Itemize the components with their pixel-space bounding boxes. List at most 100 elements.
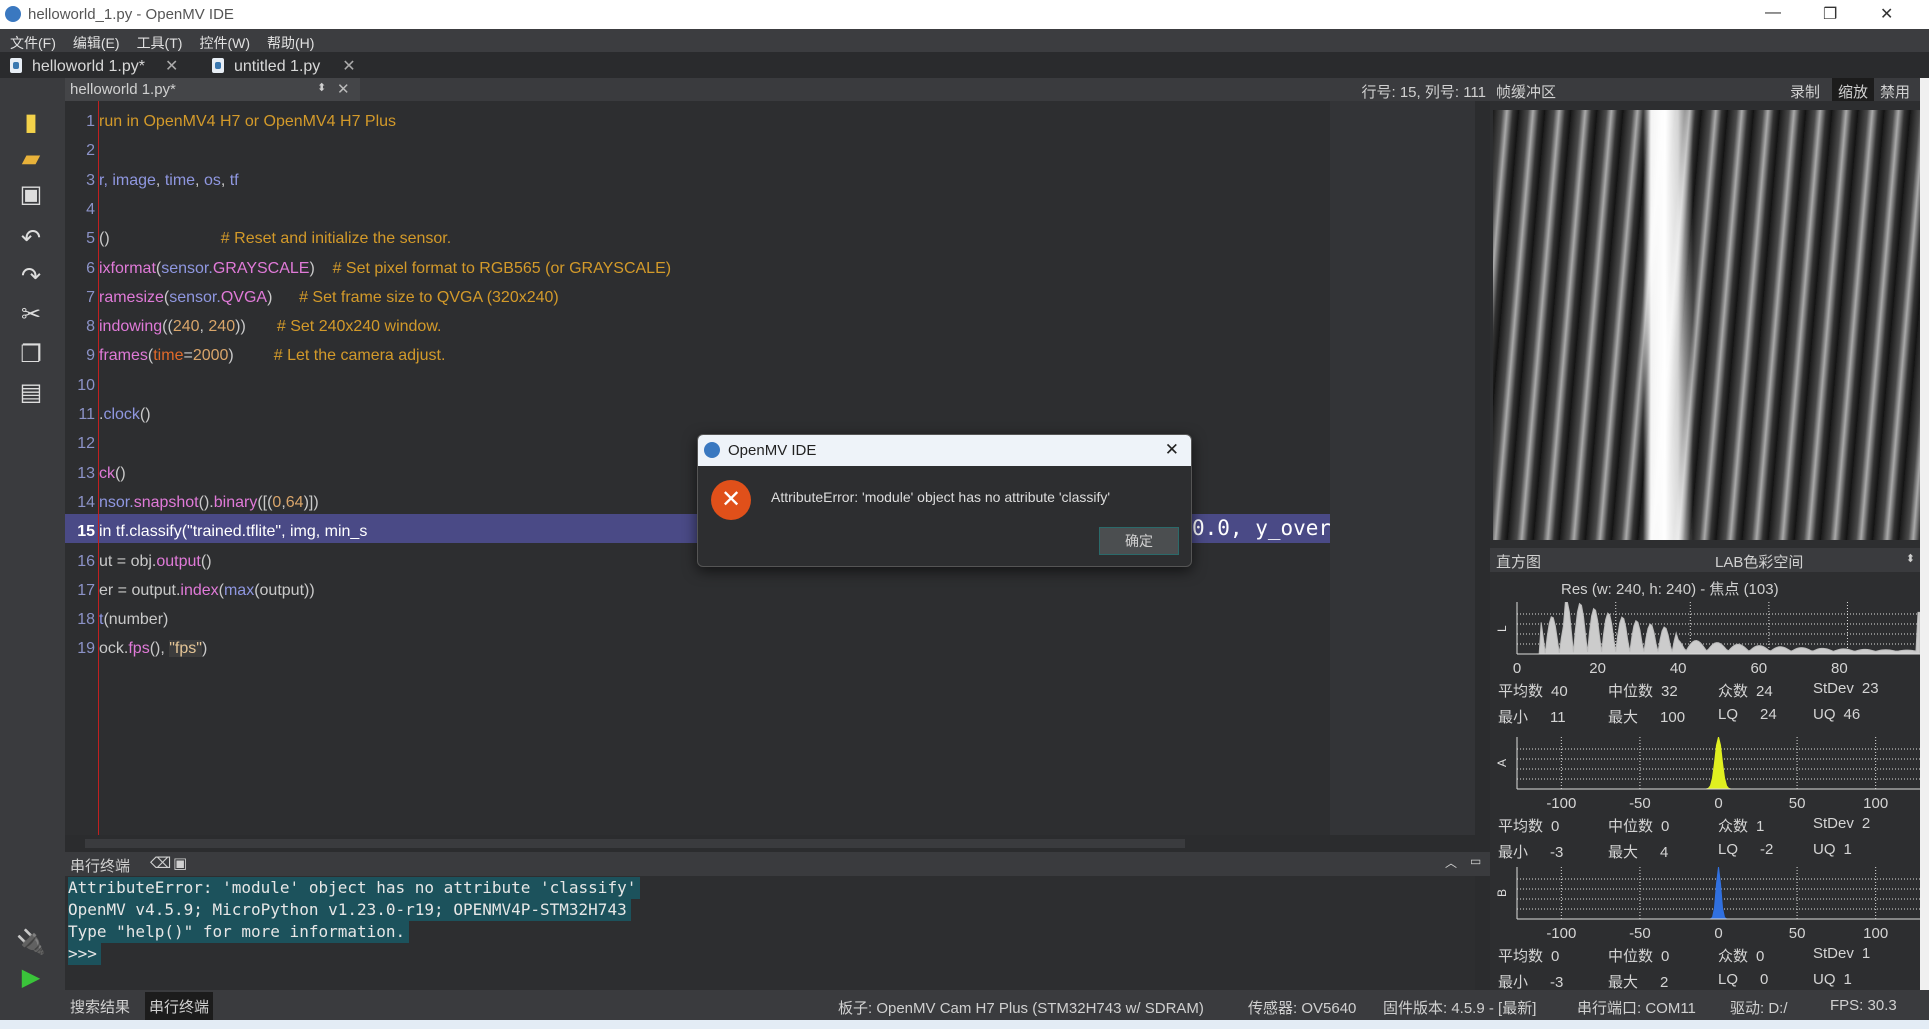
code-token: sensor.: [169, 288, 221, 306]
line-number: 3: [86, 171, 95, 189]
redo-icon[interactable]: ↷: [16, 262, 46, 292]
editor-horizontal-scrollbar[interactable]: [65, 835, 1490, 852]
ok-button[interactable]: 确定: [1099, 527, 1179, 555]
code-line: 17 er = output.index(max(output)): [65, 576, 1475, 605]
minimize-button[interactable]: —: [1765, 4, 1781, 22]
terminal-scrollbar[interactable]: [1475, 876, 1490, 990]
maximize-panel-icon[interactable]: ︿: [1445, 854, 1457, 871]
tick-label: 50: [1788, 795, 1806, 812]
code-token: er = output.: [99, 581, 181, 599]
run-icon[interactable]: ▶: [16, 963, 46, 993]
code-line: 9 frames(time=2000) # Let the camera adju…: [65, 341, 1475, 370]
updown-icon: ⬍: [317, 82, 327, 94]
code-token: snapshot: [133, 493, 199, 511]
code-token: time: [153, 347, 184, 365]
code-token: 64: [285, 493, 304, 511]
line-number: 12: [77, 435, 95, 453]
code-token: ixformat: [99, 259, 156, 277]
tab-helloworld[interactable]: helloworld 1.py* ✕: [10, 56, 178, 76]
close-file-icon[interactable]: ✕: [337, 80, 350, 98]
new-file-icon[interactable]: ▮: [16, 108, 46, 138]
menu-help[interactable]: 帮助(H): [257, 29, 321, 53]
line-number: 2: [86, 142, 95, 160]
editor-vertical-scrollbar[interactable]: [1475, 101, 1490, 835]
colorspace-select[interactable]: LAB色彩空间 ⬍: [1590, 548, 1915, 572]
maximize-button[interactable]: ❐: [1823, 4, 1837, 24]
code-line: 5() # Reset and initialize the sensor.: [65, 224, 1475, 253]
zoom-button[interactable]: 缩放: [1832, 78, 1875, 101]
app-logo-icon: [5, 6, 21, 22]
code-text: nsor.snapshot().binary([(0,64)]): [99, 488, 319, 517]
dialog-close-button[interactable]: ✕: [1165, 440, 1179, 460]
paste-icon[interactable]: ▤: [16, 378, 46, 408]
close-window-button[interactable]: ✕: [1880, 4, 1893, 24]
code-token: (number): [103, 611, 169, 629]
code-token: ck: [99, 464, 115, 482]
code-line: 2: [65, 136, 1475, 165]
code-token: sensor.: [161, 259, 213, 277]
code-text: t(number): [99, 605, 168, 634]
code-token: (): [99, 230, 110, 248]
left-toolbar: ▮ ▰ ▣ ↶ ↷ ✂ ❐ ▤ 🔌 ▶: [0, 78, 65, 993]
dialog-titlebar: OpenMV IDE ✕: [698, 435, 1191, 466]
tick-label: 80: [1831, 660, 1848, 677]
undo-icon[interactable]: ↶: [16, 224, 46, 254]
cut-icon[interactable]: ✂: [16, 300, 46, 330]
histogram-title: 直方图: [1496, 554, 1542, 571]
tick-label: 40: [1669, 660, 1687, 677]
histogram-A: A: [1495, 737, 1920, 790]
code-token: )): [235, 318, 246, 336]
dialog-title: OpenMV IDE: [728, 442, 817, 459]
code-line: 6 ixformat(sensor.GRAYSCALE) # Set pixel …: [65, 254, 1475, 283]
tab-search-results[interactable]: 搜索结果: [70, 996, 130, 1017]
code-token: ock.: [99, 640, 129, 658]
close-tab-icon[interactable]: ✕: [165, 58, 178, 75]
menu-widgets[interactable]: 控件(W): [189, 29, 257, 53]
terminal-line: Type "help()" for more information.: [68, 921, 410, 943]
disable-button[interactable]: 禁用: [1880, 81, 1910, 102]
tab-untitled[interactable]: untitled 1.py ✕: [212, 56, 356, 76]
stat-StDev: StDev 1: [1813, 945, 1871, 962]
record-button[interactable]: 录制: [1790, 81, 1820, 102]
serial-terminal[interactable]: AttributeError: 'module' object has no a…: [65, 876, 1475, 990]
copy-icon[interactable]: ❐: [16, 340, 46, 370]
code-line: 18 t(number): [65, 605, 1475, 634]
code-token: =: [183, 347, 193, 365]
code-token: ): [201, 640, 208, 658]
tick-label: 100: [1863, 925, 1889, 942]
stat-UQ: UQ 1: [1813, 971, 1852, 988]
code-token: tf: [229, 171, 239, 189]
line-number: 18: [77, 611, 95, 629]
status-firmware: 固件版本: 4.5.9 - [最新]: [1383, 1000, 1537, 1017]
stat-最大: 最大 100: [1608, 709, 1686, 726]
open-folder-icon[interactable]: ▰: [16, 144, 46, 174]
code-token: )]): [303, 493, 319, 511]
code-token: (): [115, 464, 126, 482]
stat-UQ: UQ 1: [1813, 841, 1852, 858]
clear-terminal-icon[interactable]: ⌫: [150, 854, 171, 872]
connect-icon[interactable]: 🔌: [16, 928, 46, 958]
close-panel-icon[interactable]: ▭: [1470, 854, 1481, 868]
histogram-fill: [1517, 737, 1920, 790]
file-select[interactable]: helloworld 1.py* ⬍: [65, 78, 360, 101]
stat-StDev: StDev 23: [1813, 680, 1879, 697]
menu-edit[interactable]: 编辑(E): [63, 29, 127, 53]
code-token: # Set frame size to QVGA (320x240): [272, 288, 559, 306]
tick-label: 20: [1589, 660, 1606, 677]
menu-file[interactable]: 文件(F): [0, 29, 63, 53]
code-token: (): [139, 406, 151, 423]
code-token: ,: [155, 171, 165, 189]
code-text: r, image, time, os, tf: [99, 166, 239, 195]
code-line: 10: [65, 371, 1475, 400]
stat-众数: 众数 1: [1718, 818, 1765, 835]
code-token: os: [203, 171, 221, 189]
tab-serial-terminal[interactable]: 串行终端: [145, 992, 214, 1021]
code-line: 4: [65, 195, 1475, 224]
line-number: 4: [86, 200, 95, 218]
code-token: ().: [198, 493, 214, 511]
menu-tools[interactable]: 工具(T): [127, 29, 190, 53]
stat-中位数: 中位数 32: [1608, 683, 1678, 700]
save-log-icon[interactable]: ▣: [173, 854, 187, 872]
save-icon[interactable]: ▣: [16, 180, 46, 210]
close-tab-icon[interactable]: ✕: [342, 58, 355, 75]
